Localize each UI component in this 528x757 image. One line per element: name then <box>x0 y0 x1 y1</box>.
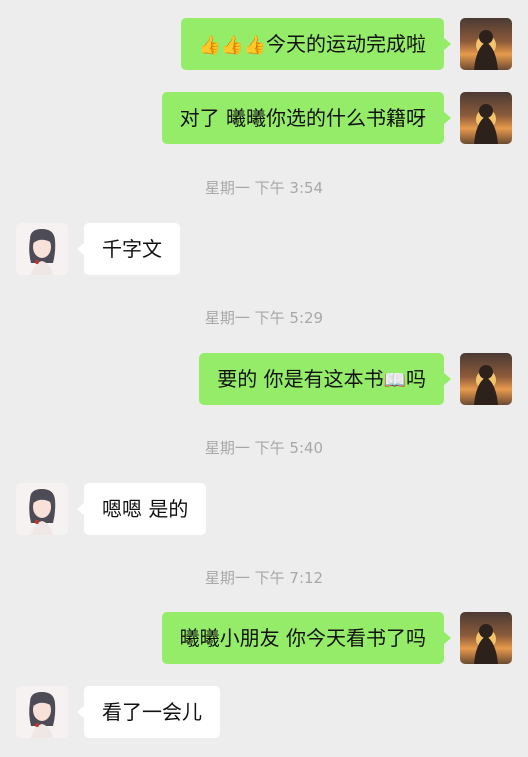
timestamp: 星期一 下午 5:29 <box>204 309 324 327</box>
timestamp: 星期一 下午 7:12 <box>204 569 324 587</box>
thumbs-up-icon: 👍 <box>198 35 222 56</box>
message-text: 嗯嗯 是的 <box>102 497 189 521</box>
friend-avatar[interactable] <box>16 223 68 275</box>
book-icon: 📖 <box>383 370 406 391</box>
thumbs-up-icon: 👍 <box>221 35 244 56</box>
message-text-suffix: 吗 <box>406 367 426 391</box>
message-text: 今天的运动完成啦 <box>266 32 426 56</box>
message-text: 对了 曦曦你选的什么书籍呀 <box>179 106 426 130</box>
my-avatar[interactable] <box>460 353 512 405</box>
message-bubble[interactable]: 👍👍👍今天的运动完成啦 <box>180 18 452 70</box>
thumbs-up-icon: 👍 <box>243 35 266 56</box>
message-text: 千字文 <box>102 237 162 261</box>
my-avatar[interactable] <box>460 92 512 144</box>
friend-avatar[interactable] <box>16 686 68 738</box>
message-text: 看了一会儿 <box>102 700 202 724</box>
message-bubble[interactable]: 看了一会儿 <box>77 686 220 738</box>
message-bubble[interactable]: 千字文 <box>77 223 180 275</box>
message-text: 要的 你是有这本书 <box>217 367 384 391</box>
message-bubble[interactable]: 对了 曦曦你选的什么书籍呀 <box>161 92 452 144</box>
message-bubble[interactable]: 嗯嗯 是的 <box>76 483 207 535</box>
timestamp: 星期一 下午 3:54 <box>204 179 324 197</box>
friend-avatar[interactable] <box>16 483 68 535</box>
my-avatar[interactable] <box>460 612 512 664</box>
timestamp: 星期一 下午 5:40 <box>204 439 324 457</box>
message-bubble[interactable]: 要的 你是有这本书📖吗 <box>199 353 451 405</box>
message-bubble[interactable]: 曦曦小朋友 你今天看书了吗 <box>161 612 452 664</box>
my-avatar[interactable] <box>460 18 512 70</box>
message-text: 曦曦小朋友 你今天看书了吗 <box>179 626 426 650</box>
